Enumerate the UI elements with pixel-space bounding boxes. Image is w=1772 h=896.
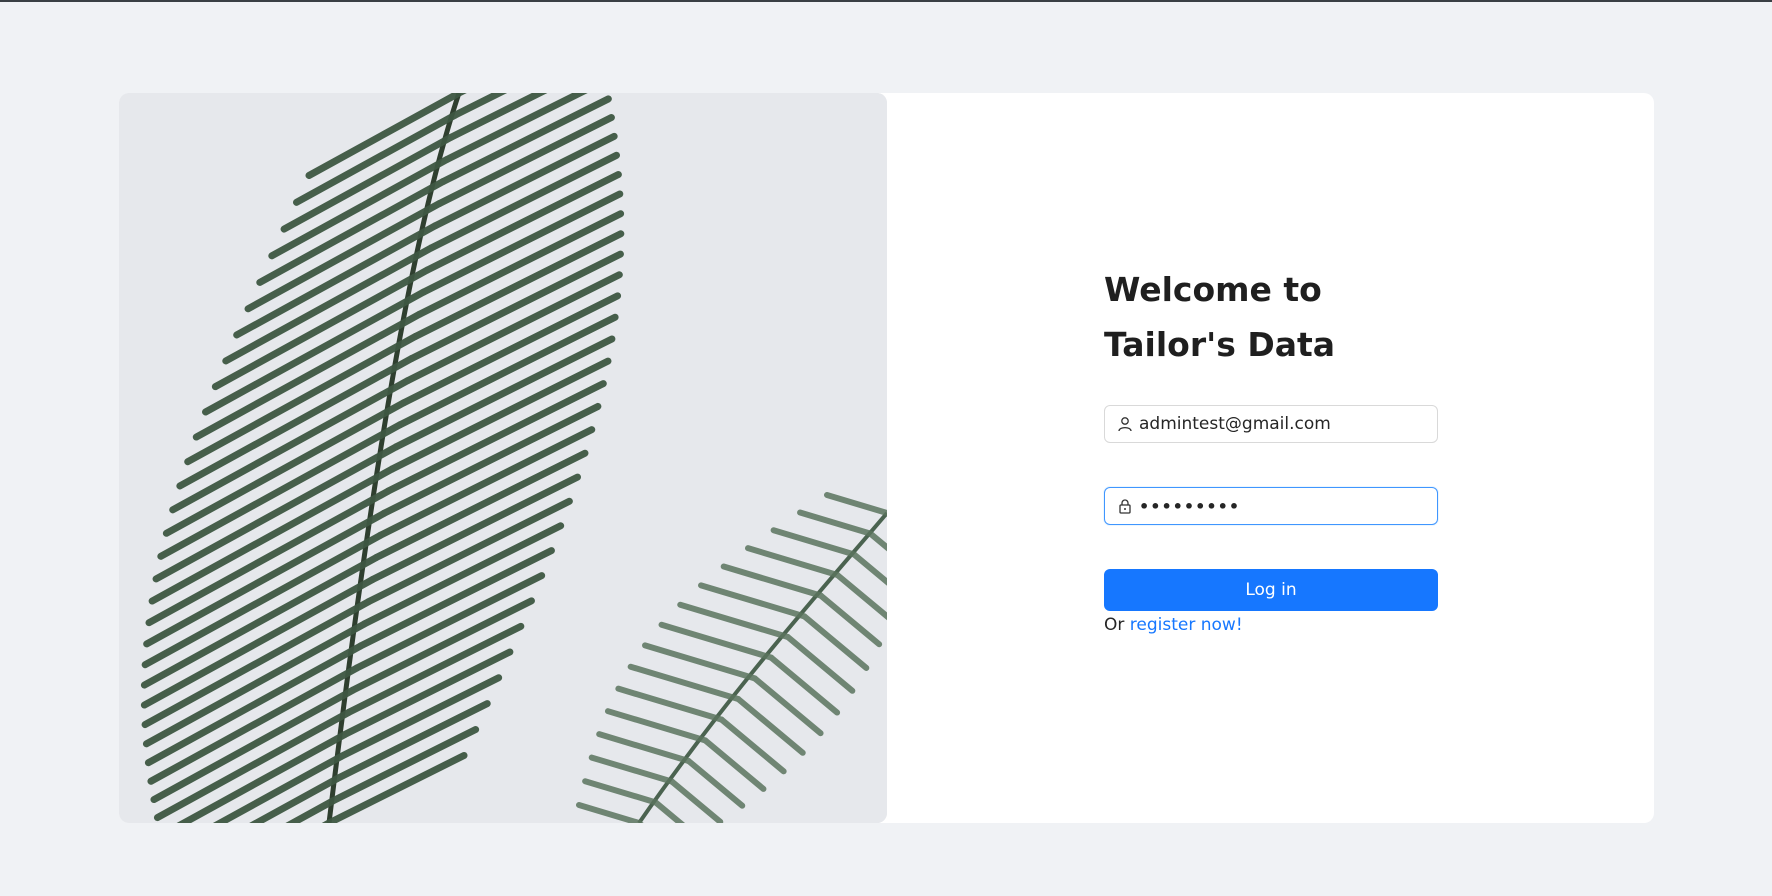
register-link[interactable]: register now!	[1130, 615, 1243, 635]
window-top-border	[0, 0, 1772, 2]
email-value: admintest@gmail.com	[1139, 414, 1331, 434]
lock-icon	[1117, 498, 1133, 514]
user-icon	[1117, 416, 1133, 432]
password-value: •••••••••	[1139, 496, 1241, 516]
page-title: Welcome to Tailor's Data	[1104, 270, 1336, 364]
email-field[interactable]: admintest@gmail.com	[1104, 405, 1438, 443]
register-line: Or register now!	[1104, 615, 1243, 635]
login-card	[119, 93, 1654, 823]
register-prefix: Or	[1104, 615, 1125, 635]
hero-image	[119, 93, 887, 823]
login-button[interactable]: Log in	[1104, 569, 1438, 611]
login-form-panel	[887, 93, 1654, 823]
palm-leaf-illustration	[119, 93, 887, 823]
password-field[interactable]: •••••••••	[1104, 487, 1438, 525]
